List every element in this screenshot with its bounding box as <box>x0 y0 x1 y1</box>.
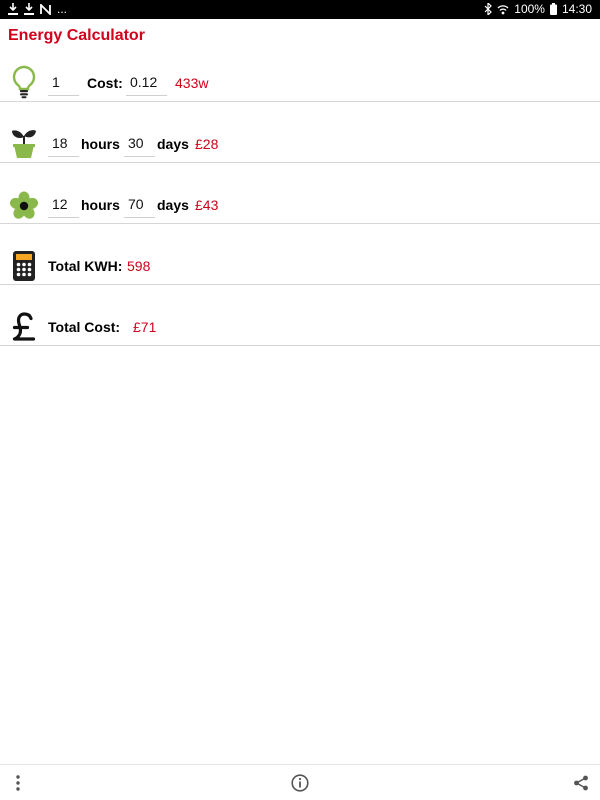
total-cost-value: £71 <box>133 319 157 335</box>
fan-icon <box>8 189 40 223</box>
bulb-count-input[interactable]: 1 <box>48 70 79 96</box>
total-cost-row: Total Cost: £71 <box>0 285 600 346</box>
download-icon <box>8 2 18 16</box>
info-icon[interactable] <box>288 771 312 795</box>
download-icon <box>24 2 34 16</box>
plant-hours-input[interactable]: 18 <box>48 131 79 157</box>
wifi-icon <box>497 2 509 16</box>
total-cost-label: Total Cost: <box>48 319 121 335</box>
plant-days-label: days <box>157 136 189 152</box>
fan-cost-result: £43 <box>195 197 219 213</box>
fan-days-input[interactable]: 70 <box>124 192 155 218</box>
plant-hours-label: hours <box>81 136 120 152</box>
status-ellipsis: ... <box>57 2 68 16</box>
plant-row: 18 hours 30 days £28 <box>0 102 600 163</box>
pound-sign-icon <box>8 310 40 344</box>
cost-label: Cost: <box>87 75 123 91</box>
status-right: 100% 14:30 <box>484 2 592 16</box>
battery-percent: 100% <box>514 2 545 16</box>
calculator-icon <box>8 249 40 283</box>
battery-icon <box>549 2 557 16</box>
bluetooth-icon <box>484 2 493 16</box>
bulb-wattage-result: 433w <box>175 75 209 91</box>
plant-cost-result: £28 <box>195 136 219 152</box>
fan-hours-input[interactable]: 12 <box>48 192 79 218</box>
total-kwh-value: 598 <box>127 258 151 274</box>
more-vert-icon[interactable] <box>6 771 30 795</box>
fan-hours-label: hours <box>81 197 120 213</box>
status-time: 14:30 <box>561 2 592 16</box>
bottom-action-bar <box>0 764 600 800</box>
share-icon[interactable] <box>569 771 593 795</box>
cost-input[interactable]: 0.12 <box>126 70 167 96</box>
total-kwh-row: Total KWH: 598 <box>0 224 600 285</box>
plant-pot-icon <box>8 126 40 160</box>
status-bar: ... 100% 14:30 <box>0 0 600 19</box>
total-kwh-label: Total KWH: <box>48 258 123 274</box>
status-left: ... <box>8 2 67 16</box>
n-notification-icon <box>40 2 51 16</box>
lightbulb-icon <box>8 65 40 99</box>
fan-days-label: days <box>157 197 189 213</box>
fan-row: 12 hours 70 days £43 <box>0 163 600 224</box>
bulb-row: 1 Cost: 0.12 433w <box>0 41 600 102</box>
plant-days-input[interactable]: 30 <box>124 131 155 157</box>
